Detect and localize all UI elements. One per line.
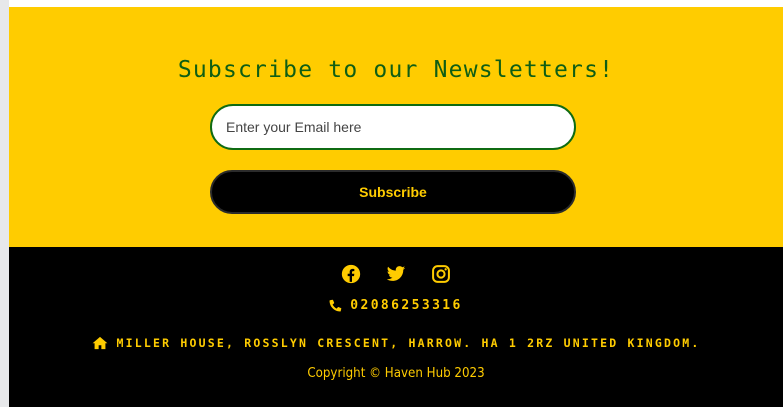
footer: 02086253316 MILLER HOUSE, ROSSLYN CRESCE… bbox=[9, 247, 783, 407]
newsletter-title: Subscribe to our Newsletters! bbox=[177, 57, 615, 83]
social-links bbox=[9, 264, 783, 284]
newsletter-section: Subscribe to our Newsletters! Subscribe bbox=[9, 7, 783, 247]
email-input[interactable] bbox=[210, 104, 576, 150]
facebook-link[interactable] bbox=[341, 264, 361, 284]
left-margin bbox=[0, 0, 9, 407]
twitter-icon bbox=[386, 266, 406, 281]
subscribe-button[interactable]: Subscribe bbox=[210, 170, 576, 214]
address-text: MILLER HOUSE, ROSSLYN CRESCENT, HARROW. … bbox=[116, 336, 701, 350]
copyright-text: Copyright © Haven Hub 2023 bbox=[307, 365, 485, 381]
instagram-icon bbox=[432, 265, 450, 283]
phone-icon bbox=[329, 299, 342, 312]
home-icon bbox=[92, 336, 107, 350]
top-margin bbox=[9, 0, 783, 7]
facebook-icon bbox=[341, 264, 361, 284]
page: Subscribe to our Newsletters! Subscribe bbox=[0, 0, 783, 407]
twitter-link[interactable] bbox=[386, 264, 406, 284]
address-row: MILLER HOUSE, ROSSLYN CRESCENT, HARROW. … bbox=[9, 336, 783, 350]
phone-number[interactable]: 02086253316 bbox=[350, 298, 463, 313]
instagram-link[interactable] bbox=[431, 264, 451, 284]
phone-row: 02086253316 bbox=[9, 298, 783, 313]
